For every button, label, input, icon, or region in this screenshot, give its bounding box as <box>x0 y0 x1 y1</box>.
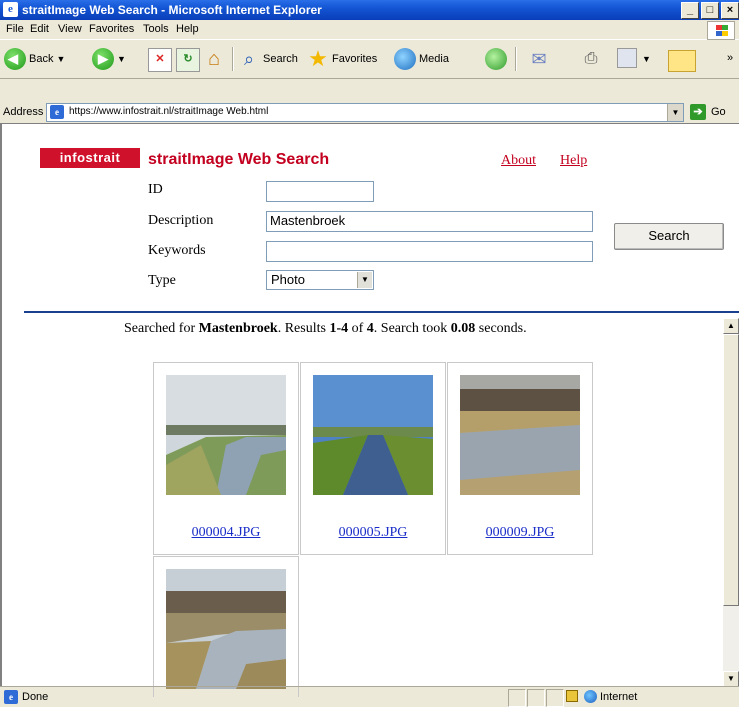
print-icon[interactable]: ⎙ <box>580 48 602 70</box>
keywords-label: Keywords <box>148 243 206 258</box>
search-toolbar-label: Search <box>263 53 298 65</box>
chevron-down-icon[interactable]: ▼ <box>642 54 651 64</box>
status-panel <box>546 689 564 707</box>
minimize-button[interactable]: _ <box>681 2 699 19</box>
history-icon[interactable] <box>485 48 507 70</box>
scrollbar-thumb[interactable] <box>723 334 739 606</box>
go-button[interactable]: Go <box>711 106 726 118</box>
type-value: Photo <box>271 272 305 287</box>
back-arrow-icon: ◀ <box>4 48 26 70</box>
result-thumbnail[interactable] <box>313 375 433 495</box>
star-icon: ★ <box>308 46 328 71</box>
toolbar: ◀ Back ▼ ▶ ▼ ✕ ↻ ⌂ ⌕ Search ★ Favorites … <box>0 40 739 79</box>
menu-tools[interactable]: Tools <box>143 23 169 35</box>
ie-app-icon[interactable]: e <box>3 2 18 17</box>
chevron-down-icon[interactable]: ▼ <box>667 104 683 121</box>
result-filename-link[interactable]: 000005.JPG <box>301 525 445 541</box>
result-filename-link[interactable]: 000009.JPG <box>448 525 592 541</box>
edit-icon[interactable] <box>617 48 637 68</box>
home-icon[interactable]: ⌂ <box>203 48 225 70</box>
scroll-down-icon[interactable]: ▼ <box>723 671 739 687</box>
back-button[interactable]: ◀ Back ▼ <box>4 47 65 71</box>
scroll-up-icon[interactable]: ▲ <box>723 318 739 334</box>
id-input[interactable] <box>266 181 374 202</box>
menu-help[interactable]: Help <box>176 23 199 35</box>
close-button[interactable]: × <box>721 2 739 19</box>
media-button[interactable]: Media <box>394 47 449 71</box>
search-button[interactable]: Search <box>614 223 724 250</box>
stop-icon[interactable]: ✕ <box>148 48 172 72</box>
infostrait-logo: infostrait <box>40 148 140 168</box>
type-label: Type <box>148 273 176 288</box>
result-card <box>153 556 299 697</box>
address-input[interactable]: e https://www.infostrait.nl/straitImage … <box>46 103 684 122</box>
media-label: Media <box>419 53 449 65</box>
page-done-icon: e <box>4 690 18 704</box>
address-bar: Address e https://www.infostrait.nl/stra… <box>0 101 739 124</box>
security-zone: Internet <box>600 691 638 703</box>
result-total: 4 <box>366 321 374 336</box>
magnifier-icon: ⌕ <box>243 49 255 69</box>
search-summary: Searched for Mastenbroek. Results 1-4 of… <box>124 321 527 336</box>
result-card: 000004.JPG <box>153 362 299 555</box>
folder-icon[interactable] <box>668 50 696 72</box>
forward-button[interactable]: ▶ ▼ <box>92 47 126 71</box>
page-viewport: infostrait straitImage Web Search About … <box>0 123 739 697</box>
lock-icon <box>566 690 578 702</box>
keywords-input[interactable] <box>266 241 593 262</box>
status-panel <box>527 689 545 707</box>
forward-arrow-icon: ▶ <box>92 48 114 70</box>
id-label: ID <box>148 182 163 197</box>
menu-file[interactable]: File <box>6 23 24 35</box>
window-title: straitImage Web Search - Microsoft Inter… <box>22 3 322 17</box>
result-thumbnail[interactable] <box>166 375 286 495</box>
about-link[interactable]: About <box>501 153 536 169</box>
search-time: 0.08 <box>450 321 476 336</box>
chevron-down-icon[interactable]: ▼ <box>56 54 65 64</box>
status-panel <box>508 689 526 707</box>
maximize-button[interactable]: □ <box>701 2 719 19</box>
divider <box>24 311 739 313</box>
favorites-label: Favorites <box>332 53 378 65</box>
status-text: Done <box>22 691 49 703</box>
favorites-button[interactable]: ★ Favorites <box>307 47 377 71</box>
help-link[interactable]: Help <box>560 153 587 169</box>
menu-view[interactable]: View <box>58 23 82 35</box>
status-bar: e Done Internet <box>0 686 739 707</box>
result-range: 1-4 <box>329 321 349 336</box>
back-label: Back <box>29 53 54 65</box>
mail-icon[interactable]: ✉ <box>528 48 550 70</box>
menu-bar: File Edit View Favorites Tools Help <box>0 20 739 40</box>
go-arrow-icon[interactable]: ➔ <box>690 104 706 120</box>
vertical-scrollbar[interactable]: ▲ ▼ <box>723 318 739 687</box>
chevron-down-icon[interactable]: ▼ <box>117 54 126 64</box>
result-thumbnail[interactable] <box>460 375 580 495</box>
page-title: straitImage Web Search <box>148 151 330 168</box>
refresh-icon[interactable]: ↻ <box>176 48 200 72</box>
menu-favorites[interactable]: Favorites <box>89 23 134 35</box>
description-label: Description <box>148 213 214 228</box>
result-filename-link[interactable]: 000004.JPG <box>154 525 298 541</box>
search-term: Mastenbroek <box>198 321 278 336</box>
windows-logo-icon <box>707 21 735 40</box>
title-bar[interactable]: e straitImage Web Search - Microsoft Int… <box>0 0 739 20</box>
search-toolbar-button[interactable]: ⌕ Search <box>238 47 298 71</box>
address-label: Address <box>3 106 44 118</box>
description-input[interactable]: Mastenbroek <box>266 211 593 232</box>
internet-zone-icon <box>584 690 597 703</box>
page-icon: e <box>50 105 64 119</box>
result-thumbnail[interactable] <box>166 569 286 689</box>
result-card: 000005.JPG <box>300 362 446 555</box>
type-select[interactable]: Photo ▼ <box>266 270 374 290</box>
result-card: 000009.JPG <box>447 362 593 555</box>
toolbar-overflow-icon[interactable]: » <box>727 52 733 64</box>
address-url[interactable]: https://www.infostrait.nl/straitImage We… <box>69 106 268 117</box>
chevron-down-icon[interactable]: ▼ <box>357 272 372 288</box>
menu-edit[interactable]: Edit <box>30 23 49 35</box>
media-icon <box>394 48 416 70</box>
